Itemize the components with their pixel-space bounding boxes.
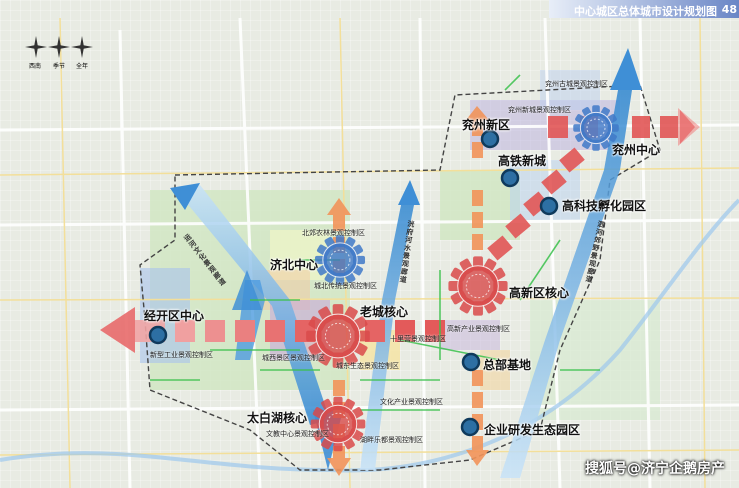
label-qiye-yanfa: 企业研发生态园区 <box>484 423 581 437</box>
district-label: 兖州新城景观控制区 <box>508 106 571 114</box>
label-taibaihu-hexin: 太白湖核心 <box>247 411 308 425</box>
district-label: 高新产业景观控制区 <box>447 325 510 333</box>
district-label: 十里营景观控制区 <box>390 335 446 343</box>
core-jibei-icon <box>314 234 366 286</box>
svg-text:西南: 西南 <box>29 62 41 70</box>
svg-text:季节: 季节 <box>53 62 65 70</box>
planning-map: 西南 季节 全年 中心城区总体城市设计规划图 48 兖州新区 高铁新城 高科技孵… <box>0 0 739 488</box>
district-label: 北郊农林景观控制区 <box>302 229 365 237</box>
label-jibei-zhongxin: 济北中心 <box>270 258 319 272</box>
marker-zongbu-icon <box>461 352 481 372</box>
district-label: 城东生态景观控制区 <box>336 362 399 370</box>
label-gaotie-xincheng: 高铁新城 <box>498 154 547 168</box>
district-label: 文化产业景观控制区 <box>380 398 443 406</box>
marker-gaoke-icon <box>539 196 559 216</box>
district-label: 城西景区景观控制区 <box>262 354 325 362</box>
marker-jingkai-icon <box>148 325 168 345</box>
core-gaoxin-icon <box>448 256 508 316</box>
label-gaoxin-hexin: 高新区核心 <box>509 286 570 300</box>
page-title: 中心城区总体城市设计规划图 <box>574 5 717 18</box>
label-zongbu-jidi: 总部基地 <box>483 358 532 372</box>
district-label: 湖畔乐都景观控制区 <box>360 436 423 444</box>
marker-gaotie-icon <box>500 168 520 188</box>
svg-text:全年: 全年 <box>76 62 88 70</box>
title-bar: 中心城区总体城市设计规划图 48 <box>549 0 739 18</box>
core-taibaihu-icon <box>310 396 366 452</box>
page-number: 48 <box>721 3 737 16</box>
district-label: 文教中心景观控制区 <box>266 430 329 438</box>
cores-layer <box>148 105 619 452</box>
district-label: 新型工业景观控制区 <box>150 351 213 359</box>
label-jingkai-zhongxin: 经开区中心 <box>144 309 205 323</box>
marker-qiye-icon <box>460 417 480 437</box>
wind-rose-icon: 西南 季节 全年 <box>25 36 93 70</box>
label-yanzhou-xinqu: 兖州新区 <box>462 118 511 132</box>
district-label: 兖州古城景观控制区 <box>545 80 608 88</box>
label-gaoke-fuhua: 高科技孵化园区 <box>562 199 647 213</box>
label-yanzhou-zhongxin: 兖州中心 <box>612 143 661 157</box>
marker-yanzhou-xinqu-icon <box>480 129 500 149</box>
watermark: 搜狐号@济宁企鹅房产 <box>585 461 725 477</box>
district-label: 城北传统景观控制区 <box>314 282 377 290</box>
label-laocheng-hexin: 老城核心 <box>360 305 409 319</box>
